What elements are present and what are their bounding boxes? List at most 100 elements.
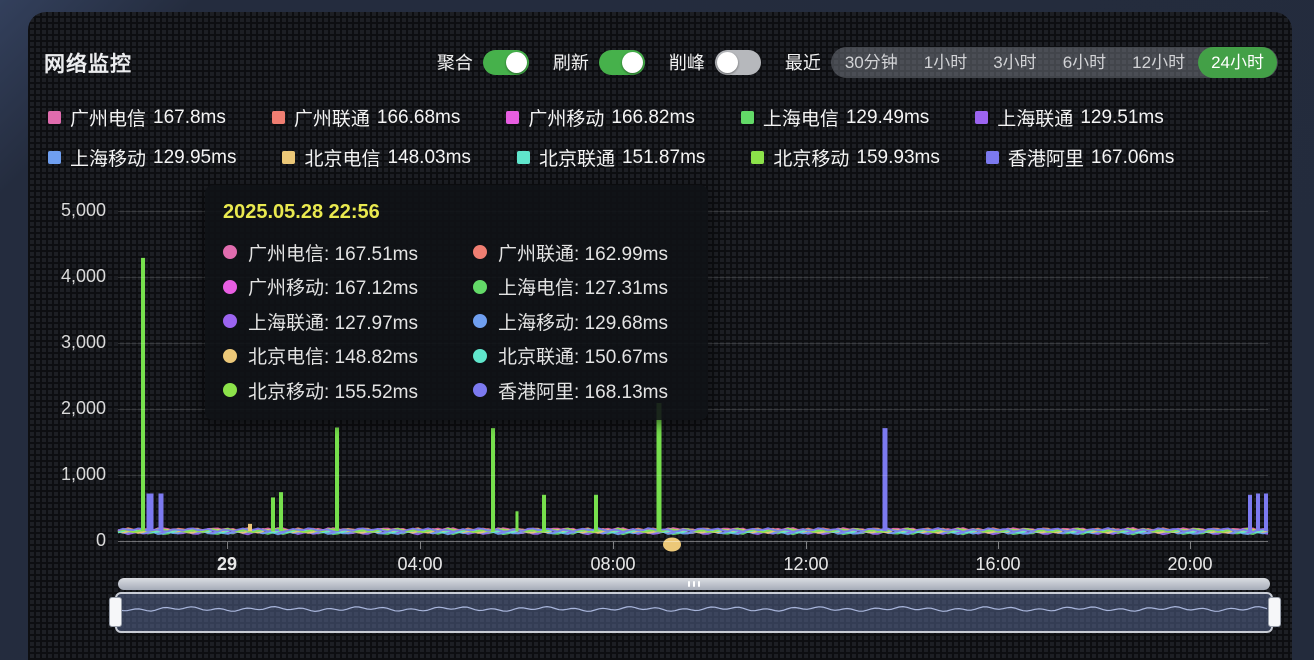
- time-range-control: 30分钟1小时3小时6小时12小时24小时: [831, 47, 1278, 78]
- legend-value: 167.8ms: [153, 107, 226, 129]
- range-button-1小时[interactable]: 1小时: [911, 47, 980, 78]
- tooltip-item: 上海联通: 127.97ms: [223, 304, 473, 339]
- range-button-6小时[interactable]: 6小时: [1050, 47, 1119, 78]
- tooltip-text: 上海移动: 129.68ms: [498, 308, 668, 335]
- legend-label: 广州移动: [528, 104, 604, 131]
- datazoom-scrollbar[interactable]: [118, 578, 1270, 590]
- toggle-switch[interactable]: [715, 50, 761, 75]
- header-controls: 聚合刷新削峰 最近 30分钟1小时3小时6小时12小时24小时: [437, 46, 1278, 78]
- y-axis-label: 2,000: [34, 398, 106, 419]
- tooltip-text: 广州联通: 162.99ms: [498, 239, 668, 266]
- x-axis-label: 20:00: [1167, 554, 1212, 575]
- tooltip-dot-icon: [223, 245, 237, 259]
- y-axis-label: 0: [34, 530, 106, 551]
- legend-item[interactable]: 上海联通129.51ms: [975, 104, 1163, 131]
- legend-item[interactable]: 北京电信 148.03ms: [282, 144, 470, 171]
- tooltip-dot-icon: [473, 280, 487, 294]
- tooltip-item: 广州电信: 167.51ms: [223, 235, 473, 270]
- legend-label: 上海移动: [70, 144, 146, 171]
- tooltip-item: 广州联通: 162.99ms: [473, 235, 690, 270]
- range-button-12小时[interactable]: 12小时: [1119, 47, 1198, 78]
- datazoom-right-handle[interactable]: [1268, 597, 1281, 627]
- toggle-item-1: 刷新: [553, 49, 645, 75]
- legend-item[interactable]: 广州移动 166.82ms: [506, 104, 694, 131]
- below-axis-marker: [663, 538, 681, 552]
- legend-marker-icon: [986, 151, 999, 164]
- legend-item[interactable]: 上海电信129.49ms: [741, 104, 929, 131]
- legend-value: 148.03ms: [387, 147, 470, 169]
- x-axis-tick: [1190, 542, 1191, 549]
- legend-row: 广州电信 167.8ms 广州联通 166.68ms 广州移动 166.82ms 上海电信1…: [48, 104, 1174, 131]
- datazoom-grip-icon[interactable]: [688, 581, 700, 587]
- x-axis-label: 04:00: [397, 554, 442, 575]
- range-button-24小时[interactable]: 24小时: [1198, 47, 1277, 78]
- legend-value: 166.82ms: [611, 107, 694, 129]
- tooltip-text: 广州移动: 167.12ms: [248, 273, 418, 300]
- tooltip-dot-icon: [223, 314, 237, 328]
- toggle-knob: [622, 52, 643, 73]
- legend-marker-icon: [751, 151, 764, 164]
- x-axis-tick: [613, 542, 614, 549]
- toggle-label: 刷新: [553, 49, 589, 75]
- legend-marker-icon: [741, 111, 754, 124]
- legend-item[interactable]: 北京联通 151.87ms: [517, 144, 705, 171]
- chart-tooltip: 2025.05.28 22:56 广州电信: 167.51ms广州联通: 162…: [205, 185, 708, 420]
- toggle-group: 聚合刷新削峰: [437, 49, 761, 75]
- legend-value: 151.87ms: [622, 147, 705, 169]
- legend-marker-icon: [48, 151, 61, 164]
- datazoom-left-handle[interactable]: [109, 597, 122, 627]
- tooltip-text: 北京移动: 155.52ms: [248, 377, 418, 404]
- legend-value: 129.95ms: [153, 147, 236, 169]
- legend-label: 上海联通: [997, 104, 1073, 131]
- legend-label: 香港阿里: [1008, 144, 1084, 171]
- datazoom-window[interactable]: [115, 592, 1273, 633]
- legend-item[interactable]: 广州电信 167.8ms: [48, 104, 226, 131]
- legend-value: 159.93ms: [856, 147, 939, 169]
- range-button-30分钟[interactable]: 30分钟: [832, 47, 911, 78]
- legend-label: 广州电信: [70, 104, 146, 131]
- tooltip-dot-icon: [473, 245, 487, 259]
- legend-label: 广州联通: [294, 104, 370, 131]
- tooltip-item: 北京电信: 148.82ms: [223, 339, 473, 374]
- range-button-3小时[interactable]: 3小时: [980, 47, 1049, 78]
- y-axis-label: 5,000: [34, 200, 106, 221]
- legend-item[interactable]: 香港阿里167.06ms: [986, 144, 1174, 171]
- legend-marker-icon: [975, 111, 988, 124]
- tooltip-dot-icon: [473, 349, 487, 363]
- legend-marker-icon: [282, 151, 295, 164]
- legend-label: 北京联通: [539, 144, 615, 171]
- x-axis-label: 16:00: [975, 554, 1020, 575]
- tooltip-dot-icon: [223, 280, 237, 294]
- x-axis-label: 08:00: [590, 554, 635, 575]
- gridline: [118, 475, 1268, 476]
- tooltip-text: 上海电信: 127.31ms: [498, 273, 668, 300]
- x-axis-tick: [806, 542, 807, 549]
- legend-item[interactable]: 北京移动159.93ms: [751, 144, 939, 171]
- legend-value: 166.68ms: [377, 107, 460, 129]
- tooltip-dot-icon: [473, 383, 487, 397]
- toggle-switch[interactable]: [599, 50, 645, 75]
- y-axis-label: 4,000: [34, 266, 106, 287]
- legend-item[interactable]: 广州联通 166.68ms: [272, 104, 460, 131]
- legend-marker-icon: [517, 151, 530, 164]
- x-axis-label: 29: [217, 554, 237, 575]
- tooltip-grid: 广州电信: 167.51ms 广州联通: 162.99ms 广州移动: 167.12…: [223, 235, 690, 408]
- monitor-panel: 网络监控 聚合刷新削峰 最近 30分钟1小时3小时6小时12小时24小时 广州电…: [28, 12, 1292, 660]
- legend-label: 北京电信: [304, 144, 380, 171]
- legend-marker-icon: [506, 111, 519, 124]
- recent-label: 最近: [785, 49, 821, 75]
- x-axis-tick: [998, 542, 999, 549]
- grip-bar: [693, 581, 695, 587]
- tooltip-item: 广州移动: 167.12ms: [223, 270, 473, 305]
- legend-value: 129.49ms: [846, 107, 929, 129]
- tooltip-text: 香港阿里: 168.13ms: [498, 377, 668, 404]
- tooltip-dot-icon: [223, 383, 237, 397]
- legend-item[interactable]: 上海移动 129.95ms: [48, 144, 236, 171]
- tooltip-text: 上海联通: 127.97ms: [248, 308, 418, 335]
- legend-marker-icon: [48, 111, 61, 124]
- preview-line: [119, 607, 1267, 612]
- toggle-switch[interactable]: [483, 50, 529, 75]
- x-axis-tick: [420, 542, 421, 549]
- tooltip-dot-icon: [473, 314, 487, 328]
- datazoom-preview: [117, 594, 1271, 631]
